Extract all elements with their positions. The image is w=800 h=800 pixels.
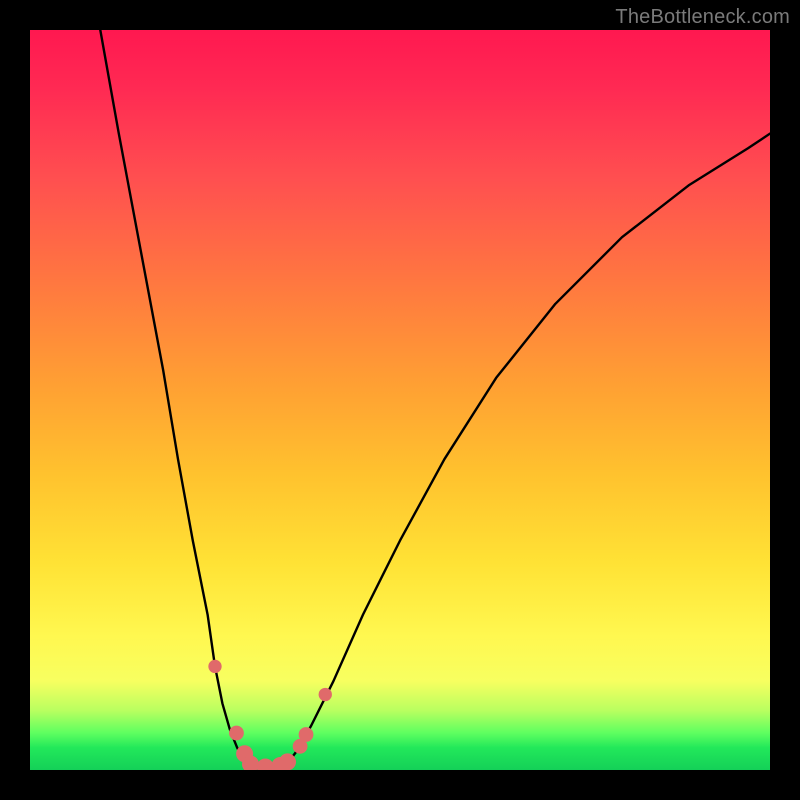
chart-svg: [30, 30, 770, 770]
marker-dot: [319, 688, 332, 701]
marker-dot: [257, 759, 274, 770]
marker-dot: [229, 726, 244, 741]
watermark-text: TheBottleneck.com: [615, 6, 790, 29]
marker-dot: [208, 660, 221, 673]
figure-frame: TheBottleneck.com: [0, 0, 800, 800]
plot-area: [30, 30, 770, 770]
bottleneck-curve: [100, 30, 770, 768]
marker-dot: [299, 727, 314, 742]
marker-dot: [279, 753, 296, 770]
